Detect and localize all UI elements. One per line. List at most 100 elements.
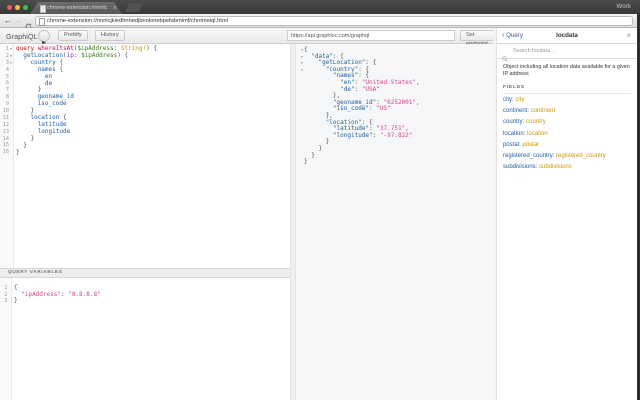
query-code[interactable]: query whereItsAt($ipAddress: String!) { …	[16, 46, 157, 157]
browser-tab[interactable]: chrome-extension://nnnlcjkied ×	[30, 2, 122, 14]
doc-fields-list: city: citycontinent: continentcountry: c…	[503, 94, 631, 173]
code-line: }	[304, 153, 420, 160]
minimize-window-light[interactable]	[15, 5, 20, 10]
execute-query-button[interactable]: ▶	[38, 30, 50, 42]
prettify-button[interactable]: Prettify	[58, 30, 88, 41]
zoom-window-light[interactable]	[23, 5, 28, 10]
gutter-line: 12	[0, 122, 13, 129]
doc-field-item[interactable]: registered_country: registered_country	[503, 150, 631, 161]
gutter-line	[297, 153, 303, 160]
code-line: longitude	[16, 129, 157, 136]
doc-explorer: ‹ Query locdata × Object including all l…	[497, 28, 637, 400]
back-icon[interactable]: ←	[4, 16, 12, 25]
code-line: }	[304, 146, 420, 153]
fold-caret-icon	[301, 139, 303, 146]
history-button[interactable]: History	[95, 30, 125, 41]
gutter-line	[297, 73, 303, 80]
page-icon	[39, 18, 45, 26]
fold-caret-icon	[9, 115, 13, 122]
address-bar[interactable]: chrome-extension://nnnlcjkiedhnnedjbnnlo…	[35, 16, 633, 26]
query-line-numbers: 1▾2▾3▾45678910111213141516	[0, 46, 13, 156]
new-tab-button[interactable]	[125, 3, 142, 12]
gutter-line	[297, 106, 303, 113]
endpoint-input[interactable]	[287, 30, 455, 41]
doc-field-item[interactable]: city: city	[503, 94, 631, 105]
gutter-line: 15	[0, 142, 13, 149]
doc-close-icon[interactable]: ×	[626, 31, 631, 40]
code-line: }	[16, 150, 157, 157]
doc-field-item[interactable]: country: country	[503, 117, 631, 128]
tab-title: chrome-extension://nnnlcjkied	[47, 5, 107, 12]
doc-search-input[interactable]	[511, 47, 633, 55]
gutter-line: 14	[0, 136, 13, 143]
fold-caret-icon	[301, 106, 303, 113]
doc-field-item[interactable]: location: location	[503, 128, 631, 139]
fold-caret-icon	[9, 142, 13, 149]
doc-explorer-title-bar: ‹ Query locdata ×	[497, 28, 637, 44]
browser-tab-strip: chrome-extension://nnnlcjkied × Work	[0, 0, 640, 14]
fold-caret-icon[interactable]: ▾	[9, 60, 13, 67]
fold-caret-icon[interactable]: ▾	[301, 47, 303, 54]
tab-close-icon[interactable]: ×	[113, 4, 117, 13]
fold-caret-icon	[301, 126, 303, 133]
fold-caret-icon	[301, 153, 303, 160]
fold-caret-icon[interactable]: ▾	[301, 67, 303, 74]
gutter-line: ▾	[297, 47, 303, 54]
forward-icon[interactable]: →	[14, 16, 22, 25]
fold-caret-icon	[301, 159, 303, 166]
fold-caret-icon	[9, 129, 13, 136]
fold-caret-icon	[9, 74, 13, 81]
gutter-line: 5	[0, 74, 13, 81]
fold-caret-icon	[301, 100, 303, 107]
fold-caret-icon[interactable]: ▾	[9, 46, 13, 53]
gutter-line: 4	[0, 67, 13, 74]
graphiql-logo: GraphiQL	[6, 32, 38, 41]
variables-code[interactable]: { "ipAddress": "8.8.8.8"}	[14, 285, 101, 305]
address-url: chrome-extension://nnnlcjkiedhnnedjbnnlo…	[47, 17, 228, 26]
gutter-line: 1▾	[0, 46, 13, 53]
gutter-line	[297, 100, 303, 107]
doc-field-item[interactable]: postal: postal	[503, 139, 631, 150]
gutter-line	[297, 93, 303, 100]
fold-caret-icon	[301, 120, 303, 127]
gutter-line: ▾	[297, 54, 303, 61]
fold-caret-icon	[9, 80, 13, 87]
fold-caret-icon	[301, 73, 303, 80]
fold-caret-icon	[9, 94, 13, 101]
browser-toolbar: ← → chrome-extension://nnnlcjkiedhnnedjb…	[0, 14, 637, 28]
variables-line-numbers: 123	[0, 285, 11, 305]
close-window-light[interactable]	[7, 5, 12, 10]
fold-caret-icon	[9, 108, 13, 115]
fold-caret-icon	[301, 113, 303, 120]
fold-caret-icon[interactable]: ▾	[9, 53, 13, 60]
fold-caret-icon	[301, 87, 303, 94]
code-line: }	[14, 298, 101, 305]
doc-field-item[interactable]: continent: continent	[503, 105, 631, 116]
gutter-line	[297, 120, 303, 127]
gutter-line	[297, 139, 303, 146]
gutter-line: 3▾	[0, 60, 13, 67]
tab-favicon-icon	[40, 5, 46, 13]
fold-caret-icon	[7, 292, 11, 299]
code-line: "ipAddress": "8.8.8.8"	[14, 292, 101, 299]
fold-caret-icon[interactable]: ▾	[301, 60, 303, 67]
gutter-line: 13	[0, 129, 13, 136]
query-variables-header[interactable]: QUERY VARIABLES	[0, 268, 290, 278]
fold-caret-icon	[9, 122, 13, 129]
result-viewer: ▾▾▾▾ { "data": { "getLocation": { "count…	[296, 44, 493, 400]
gutter-line: 1	[0, 285, 11, 292]
code-line: }	[304, 159, 420, 166]
browser-profile-label[interactable]: Work	[616, 3, 631, 10]
query-editor[interactable]: 1▾2▾3▾45678910111213141516 query whereIt…	[0, 44, 290, 268]
fold-caret-icon	[7, 285, 11, 292]
gutter-line: 2	[0, 292, 11, 299]
fold-caret-icon[interactable]: ▾	[301, 54, 303, 61]
doc-field-item[interactable]: subdivisions: subdivisions	[503, 162, 631, 173]
set-endpoint-button[interactable]: Set endpoint	[460, 30, 494, 41]
variables-editor[interactable]: 123 { "ipAddress": "8.8.8.8"}	[0, 278, 290, 400]
fold-caret-icon	[7, 298, 11, 305]
code-line: }	[16, 143, 157, 150]
gutter-line: 3	[0, 298, 11, 305]
gutter-line: 16	[0, 149, 13, 156]
gutter-line	[297, 126, 303, 133]
